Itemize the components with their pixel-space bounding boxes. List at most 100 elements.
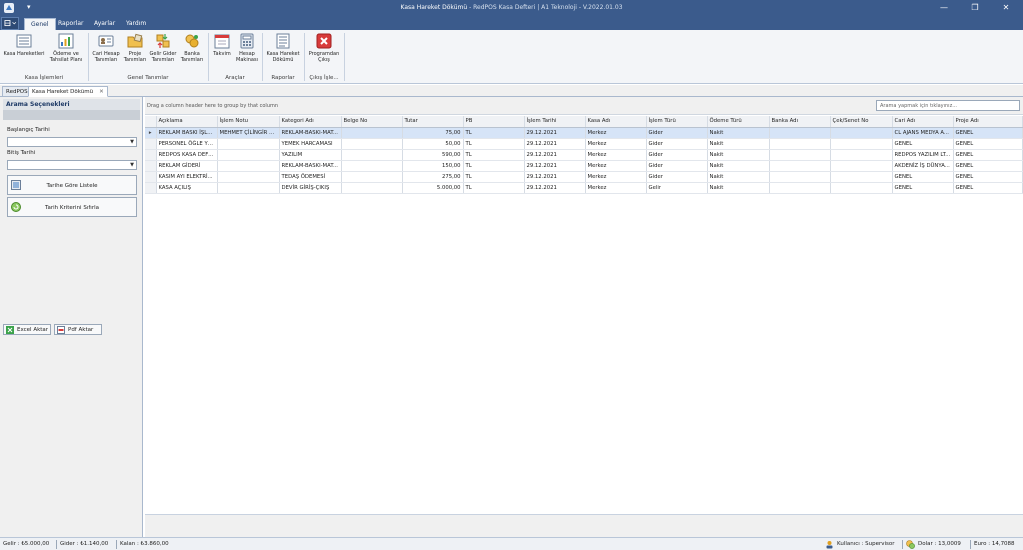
row-indicator[interactable] [145,138,157,150]
table-cell[interactable] [217,182,280,194]
column-header[interactable]: Banka Adı [769,116,831,128]
cari-hesap-button[interactable]: Cari Hesap Tanımları [90,33,122,63]
table-cell[interactable]: Gider [646,127,708,139]
table-cell[interactable]: Nakit [707,127,770,139]
table-cell[interactable]: GENEL [892,138,954,150]
kasa-hareket-dokumu-button[interactable]: Kasa Hareket Dökümü [264,33,302,63]
table-cell[interactable]: Merkez [585,171,647,183]
table-cell[interactable]: GENEL [953,149,1023,161]
table-cell[interactable]: TL [463,182,525,194]
column-header[interactable]: Açıklama [156,116,218,128]
table-cell[interactable] [217,138,280,150]
table-cell[interactable]: Merkez [585,127,647,139]
column-header[interactable]: İşlem Notu [217,116,280,128]
table-cell[interactable] [769,138,831,150]
table-cell[interactable]: REKLAM BASKI İŞLE... [156,127,218,139]
list-by-date-button[interactable]: Tarihe Göre Listele [7,175,137,195]
table-cell[interactable]: 29.12.2021 [524,160,586,172]
table-cell[interactable]: Gider [646,160,708,172]
table-cell[interactable]: KASA AÇILIŞ [156,182,218,194]
hesap-makinasi-button[interactable]: Hesap Makinası [234,33,260,63]
doc-tab-kasa-hareket-dokumu[interactable]: Kasa Hareket Dökümü ✕ [28,86,108,97]
table-cell[interactable]: 29.12.2021 [524,149,586,161]
column-header[interactable]: Cari Adı [892,116,954,128]
close-button[interactable]: ✕ [991,1,1021,15]
table-cell[interactable]: CL AJANS MEDYA A... [892,127,954,139]
tab-yardim[interactable]: Yardım [120,18,152,30]
table-cell[interactable]: 29.12.2021 [524,182,586,194]
table-cell[interactable]: Merkez [585,160,647,172]
chevron-down-icon[interactable]: ▼ [130,139,134,145]
table-cell[interactable]: Nakit [707,149,770,161]
row-indicator[interactable] [145,149,157,161]
table-cell[interactable] [830,127,893,139]
table-row[interactable]: REDPOS KASA DEFT... YAZILIM 590,00 TL 29.12.… [145,149,1023,161]
table-row[interactable]: REKLAM GİDERİ REKLAM-BASKI-MAT... 150,00 TL… [145,160,1023,172]
table-cell[interactable]: YEMEK HARCAMASI [279,138,342,150]
table-cell[interactable]: AKDENİZ İŞ DÜNYA... [892,160,954,172]
table-cell[interactable]: Nakit [707,182,770,194]
group-panel[interactable]: Drag a column header here to group by th… [145,97,1023,115]
start-date-field[interactable]: ▼ [7,137,137,147]
table-cell[interactable] [341,182,403,194]
table-cell[interactable] [830,138,893,150]
table-cell[interactable]: GENEL [953,160,1023,172]
restore-button[interactable]: ❐ [960,1,990,15]
table-cell[interactable]: 29.12.2021 [524,127,586,139]
table-cell[interactable]: 5.000,00 [402,182,464,194]
end-date-field[interactable]: ▼ [7,160,137,170]
table-row[interactable]: PERSONEL ÖĞLE YE... YEMEK HARCAMASI 50,00 T… [145,138,1023,150]
table-cell[interactable]: 150,00 [402,160,464,172]
table-cell[interactable]: 75,00 [402,127,464,139]
table-cell[interactable]: REKLAM GİDERİ [156,160,218,172]
table-cell[interactable]: TL [463,149,525,161]
column-header[interactable]: Ödeme Türü [707,116,770,128]
table-cell[interactable]: REKLAM-BASKI-MAT... [279,160,342,172]
table-cell[interactable] [769,149,831,161]
table-cell[interactable] [830,160,893,172]
close-tab-icon[interactable]: ✕ [99,89,104,95]
table-cell[interactable] [217,171,280,183]
table-cell[interactable] [769,127,831,139]
table-cell[interactable]: TL [463,138,525,150]
table-cell[interactable]: Gider [646,149,708,161]
table-cell[interactable] [830,149,893,161]
table-cell[interactable]: MEHMET ÇİLİNGİR K... [217,127,280,139]
column-header[interactable]: İşlem Türü [646,116,708,128]
table-cell[interactable]: Gider [646,171,708,183]
column-header[interactable]: PB [463,116,525,128]
column-header[interactable]: Proje Adı [953,116,1023,128]
table-cell[interactable]: Gelir [646,182,708,194]
table-cell[interactable]: REDPOS YAZILIM LT... [892,149,954,161]
table-cell[interactable] [217,160,280,172]
chevron-down-icon[interactable]: ▼ [130,162,134,168]
table-cell[interactable]: Merkez [585,138,647,150]
table-cell[interactable] [769,171,831,183]
table-cell[interactable] [341,171,403,183]
column-header[interactable]: Kategori Adı [279,116,342,128]
table-cell[interactable]: TL [463,171,525,183]
table-cell[interactable] [769,182,831,194]
table-cell[interactable]: Merkez [585,149,647,161]
column-header[interactable]: Kasa Adı [585,116,647,128]
kasa-hareketleri-button[interactable]: Kasa Hareketleri [2,33,46,57]
table-cell[interactable]: DEVİR GİRİŞ-ÇIKIŞ [279,182,342,194]
table-cell[interactable]: REKLAM-BASKI-MAT... [279,127,342,139]
tab-raporlar[interactable]: Raporlar [52,18,89,30]
table-cell[interactable] [341,160,403,172]
table-cell[interactable]: TL [463,160,525,172]
table-cell[interactable]: REDPOS KASA DEFT... [156,149,218,161]
table-row[interactable]: KASA AÇILIŞ DEVİR GİRİŞ-ÇIKIŞ 5.000,00 TL 29… [145,182,1023,194]
table-cell[interactable] [341,127,403,139]
table-cell[interactable]: GENEL [892,182,954,194]
application-menu-button[interactable] [1,17,19,30]
table-cell[interactable]: GENEL [953,171,1023,183]
row-indicator[interactable] [145,182,157,194]
pdf-export-button[interactable]: Pdf Aktar [54,324,102,335]
table-cell[interactable]: 29.12.2021 [524,171,586,183]
row-indicator[interactable] [145,160,157,172]
excel-export-button[interactable]: Excel Aktar [3,324,51,335]
tab-genel[interactable]: Genel [24,18,56,30]
table-cell[interactable]: Merkez [585,182,647,194]
table-row[interactable]: ▸ REKLAM BASKI İŞLE... MEHMET ÇİLİNGİR K..… [145,127,1023,139]
